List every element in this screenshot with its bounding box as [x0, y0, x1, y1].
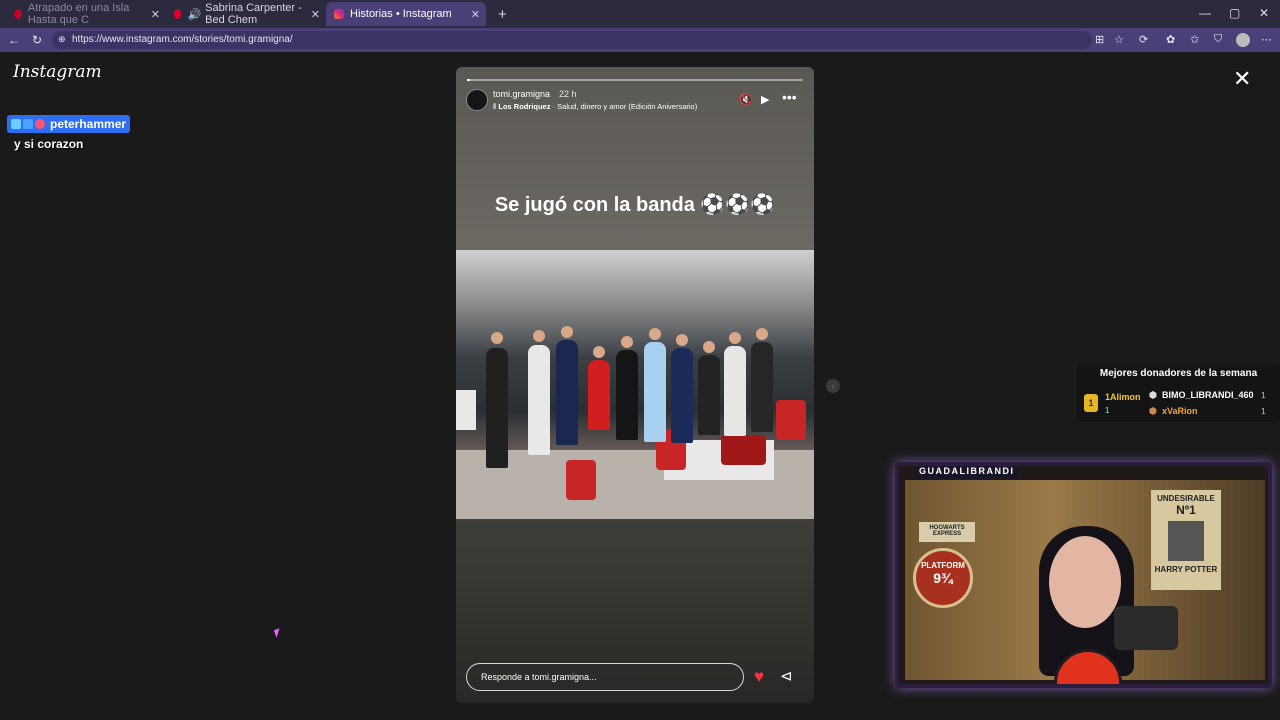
youtube-icon — [174, 9, 182, 19]
like-heart-icon[interactable]: ♥ — [754, 667, 764, 687]
webcam-label: GUADALIBRANDI — [915, 466, 1019, 479]
reload-icon[interactable]: ↻ — [32, 33, 42, 47]
more-options-icon[interactable]: ••• — [782, 89, 797, 105]
story-avatar[interactable] — [466, 89, 488, 111]
extension-icon[interactable]: ✿ — [1166, 33, 1175, 46]
tab-atrapado[interactable]: Atrapado en una Isla Hasta que C ✕ — [6, 2, 166, 26]
photo-bag — [721, 435, 766, 465]
photo-head — [756, 328, 768, 340]
photo-person — [528, 345, 550, 455]
more-menu-icon[interactable]: ⋯ — [1261, 33, 1272, 46]
photo-person — [751, 342, 773, 432]
photo-person — [616, 350, 638, 440]
platform-sign: PLATFORM 9¾ — [913, 548, 973, 608]
tab-instagram[interactable]: Historias • Instagram ✕ — [326, 2, 486, 26]
photo-person — [724, 346, 746, 436]
photo-chair — [566, 460, 596, 500]
profile-avatar[interactable] — [1236, 33, 1250, 47]
close-tab-icon[interactable]: ✕ — [471, 8, 480, 21]
close-tab-icon[interactable]: ✕ — [151, 8, 160, 21]
donor-name: BIMO_LIBRANDI_460 — [1162, 390, 1254, 400]
close-story-button[interactable]: ✕ — [1233, 66, 1251, 92]
photo-head — [729, 332, 741, 344]
next-story-arrow-icon[interactable]: › — [826, 379, 840, 393]
photo-head — [491, 332, 503, 344]
new-tab-button[interactable]: + — [490, 2, 510, 26]
story-progress-fill — [467, 79, 471, 81]
photo-person — [671, 348, 693, 443]
mouse-cursor-icon — [273, 628, 283, 638]
send-icon[interactable]: ⊲ — [780, 667, 793, 685]
donors-overlay: Mejores donadores de la semana 1 1Alimon… — [1077, 364, 1280, 422]
badge-icon — [11, 119, 21, 129]
shield-icon[interactable]: ⛉ — [1214, 33, 1222, 46]
donor-count: 1 — [1105, 406, 1110, 415]
tab-sabrina[interactable]: 🔊 Sabrina Carpenter - Bed Chem ✕ — [166, 2, 326, 26]
story-reply-input[interactable]: Responde a tomi.gramigna... — [466, 663, 744, 691]
bronze-medal-icon: ⬢ — [1149, 406, 1157, 416]
gold-medal-icon: 1 — [1084, 394, 1098, 412]
microphone — [1114, 606, 1178, 650]
story-caption: Se jugó con la banda ⚽⚽⚽ — [494, 194, 776, 216]
photo-head — [703, 341, 715, 353]
close-tab-icon[interactable]: ✕ — [311, 8, 320, 21]
photo-person — [588, 360, 610, 430]
address-bar-row: ← ↻ ⊕ https://www.instagram.com/stories/… — [0, 28, 1280, 52]
photo-person — [644, 342, 666, 442]
story-progress-bar — [467, 79, 803, 81]
photo-head — [649, 328, 661, 340]
story-photo — [456, 250, 814, 519]
donors-title: Mejores donadores de la semana — [1099, 368, 1258, 379]
photo-person — [486, 348, 508, 468]
badge-icon — [23, 119, 33, 129]
donor-count: 1 — [1261, 391, 1266, 400]
chat-message: y si corazon — [14, 137, 84, 151]
close-window-button[interactable]: ✕ — [1259, 6, 1269, 20]
streamer-face — [1049, 536, 1121, 628]
tab-bar: Atrapado en una Isla Hasta que C ✕ 🔊 Sab… — [0, 0, 1280, 28]
photo-person — [698, 355, 720, 435]
chat-username-badge: peterhammer — [7, 115, 131, 133]
heart-badge-icon — [35, 119, 45, 129]
webcam-overlay: HOGWARTS EXPRESS PLATFORM 9¾ UNDESIRABLE… — [895, 462, 1272, 688]
story-username[interactable]: tomi.gramigna — [493, 89, 550, 99]
site-info-icon[interactable]: ⊕ — [58, 34, 66, 45]
speaker-icon[interactable]: 🔊 — [187, 8, 201, 21]
story-song[interactable]: ⦀ Los Rodriquez · Salud, dinero y amor (… — [493, 102, 697, 112]
instagram-logo[interactable]: Instagram — [13, 62, 102, 82]
photo-chair — [776, 400, 806, 440]
instagram-icon — [334, 9, 344, 19]
poster-photo — [1168, 521, 1204, 561]
youtube-icon — [14, 9, 22, 19]
maximize-button[interactable]: ▢ — [1229, 6, 1240, 20]
favorite-star-icon[interactable]: ☆ — [1114, 33, 1124, 46]
wanted-poster: UNDESIRABLE Nº1 HARRY POTTER — [1151, 490, 1221, 590]
photo-table — [456, 390, 476, 430]
minimize-button[interactable]: — — [1199, 6, 1211, 20]
play-icon[interactable]: ▶ — [761, 93, 769, 106]
app-install-icon[interactable]: ⊞ — [1095, 33, 1104, 46]
photo-head — [561, 326, 573, 338]
refresh-extension-icon[interactable]: ⟳ — [1139, 33, 1148, 46]
photo-head — [593, 346, 605, 358]
instagram-stories-page: Instagram peterhammer y si corazon ✕ › t… — [0, 52, 1280, 720]
donor-count: 1 — [1261, 407, 1266, 416]
hogwarts-sign: HOGWARTS EXPRESS — [919, 522, 975, 542]
donor-name: xVaRion — [1162, 406, 1198, 416]
story-time: 22 h — [559, 89, 577, 99]
silver-medal-icon: ⬢ — [1149, 390, 1157, 400]
photo-head — [533, 330, 545, 342]
story-viewer[interactable]: tomi.gramigna 22 h ⦀ Los Rodriquez · Sal… — [456, 67, 814, 703]
mute-icon[interactable]: 🔇 — [739, 93, 753, 106]
photo-person — [556, 340, 578, 445]
photo-head — [676, 334, 688, 346]
donor-name: 1Alimon — [1105, 392, 1141, 402]
url-field[interactable]: ⊕ https://www.instagram.com/stories/tomi… — [52, 31, 1092, 49]
back-icon[interactable]: ← — [8, 33, 20, 47]
collections-icon[interactable]: ✩ — [1190, 33, 1199, 46]
photo-head — [621, 336, 633, 348]
